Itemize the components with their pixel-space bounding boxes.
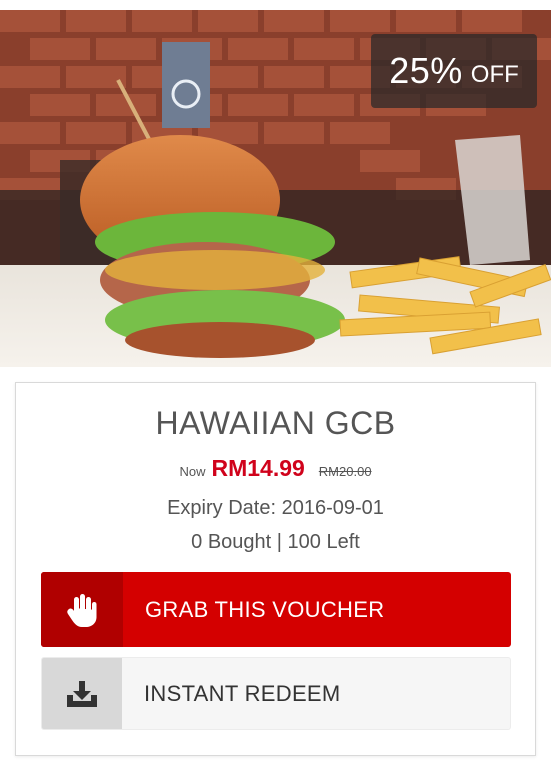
left-count: 100 Left xyxy=(287,531,360,553)
expiry-date: Expiry Date: 2016-09-01 xyxy=(16,497,535,520)
bought-count: 0 Bought xyxy=(191,531,272,553)
discount-value: 25% xyxy=(389,50,463,91)
deal-card: HAWAIIAN GCB Now RM14.99 RM20.00 Expiry … xyxy=(15,382,536,756)
hand-stop-icon xyxy=(67,593,97,627)
grab-voucher-button[interactable]: GRAB THIS VOUCHER xyxy=(41,572,511,647)
price-now-label: Now xyxy=(179,464,206,479)
price-row: Now RM14.99 RM20.00 xyxy=(16,455,535,482)
instant-redeem-label: INSTANT REDEEM xyxy=(144,680,341,706)
deal-title: HAWAIIAN GCB xyxy=(155,405,396,441)
redeem-icon-box xyxy=(42,658,122,729)
grab-voucher-label: GRAB THIS VOUCHER xyxy=(145,596,385,622)
expiry-label: Expiry Date: xyxy=(167,497,277,519)
original-price: RM20.00 xyxy=(318,464,372,479)
grab-icon-box xyxy=(41,572,123,647)
stock-separator: | xyxy=(276,531,282,553)
discount-badge: 25% OFF xyxy=(371,34,537,108)
deal-hero-image: 25% OFF xyxy=(0,10,551,367)
stock-status: 0 Bought | 100 Left xyxy=(16,531,535,554)
discount-suffix: OFF xyxy=(470,61,519,88)
download-tray-icon xyxy=(67,680,97,707)
expiry-value: 2016-09-01 xyxy=(281,497,384,519)
current-price: RM14.99 xyxy=(211,455,305,481)
instant-redeem-button[interactable]: INSTANT REDEEM xyxy=(41,657,511,730)
